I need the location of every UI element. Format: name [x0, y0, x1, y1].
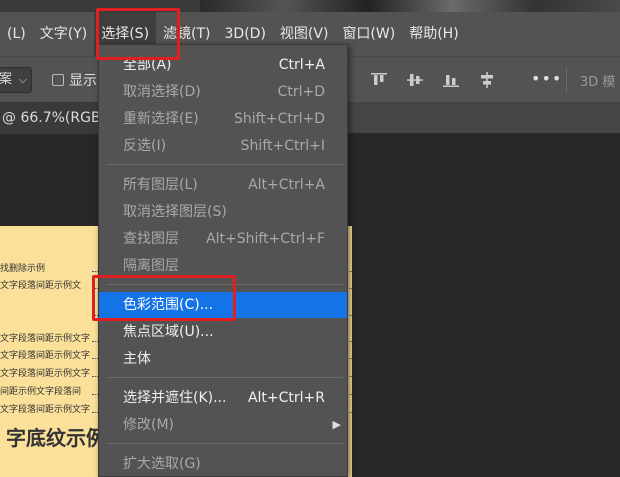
annotation-box-color-range	[92, 275, 236, 321]
align-vcenter-icon[interactable]	[406, 71, 424, 89]
menu-item-all-layers[interactable]: 所有图层(L) Alt+Ctrl+A	[99, 172, 347, 198]
menu-divider	[107, 164, 343, 165]
annotation-box-select-menu	[96, 8, 180, 60]
background-photo	[200, 0, 620, 12]
chevron-down-icon: ⌵	[18, 73, 27, 86]
menu-type[interactable]: 文字(Y)	[33, 12, 94, 56]
menu-item-select-and-mask[interactable]: 选择并遮住(K)... Alt+Ctrl+R	[99, 385, 347, 411]
layer-dropdown-value: 案	[0, 72, 13, 87]
mode-3d-label: 3D 模	[580, 75, 616, 90]
align-top-icon[interactable]	[370, 71, 388, 89]
align-bottom-icon[interactable]	[442, 71, 460, 89]
menu-item-focus-area[interactable]: 焦点区域(U)...	[99, 319, 347, 345]
menu-item-modify[interactable]: 修改(M) ▶	[99, 412, 347, 438]
select-menu-dropdown: 全部(A) Ctrl+A 取消选择(D) Ctrl+D 重新选择(E) Shift+C…	[98, 44, 348, 477]
menu-item-inverse[interactable]: 反选(I) Shift+Ctrl+I	[99, 133, 347, 159]
menu-divider	[107, 377, 343, 378]
menu-divider	[107, 443, 343, 444]
options-separator	[566, 67, 567, 93]
menu-item-grow[interactable]: 扩大选取(G)	[99, 451, 347, 477]
menu-item-find-layers[interactable]: 查找图层 Alt+Shift+Ctrl+F	[99, 226, 347, 252]
menu-item-deselect-layers[interactable]: 取消选择图层(S)	[99, 199, 347, 225]
more-options-icon[interactable]: •••	[531, 69, 562, 88]
background-photo-strip	[0, 0, 620, 12]
show-transform-checkbox[interactable]	[52, 74, 64, 86]
document-heading: 字底纹示例	[6, 426, 106, 450]
show-transform-label: 显示	[69, 73, 97, 89]
submenu-arrow-icon: ▶	[332, 418, 341, 431]
align-hcenter-icon[interactable]	[478, 71, 496, 89]
document-tab-title: @ 66.7%(RGB/	[2, 110, 106, 126]
menu-layer[interactable]: (L)	[0, 12, 33, 56]
menu-help[interactable]: 帮助(H)	[402, 12, 465, 56]
layer-dropdown[interactable]: 案 ⌵	[0, 67, 32, 93]
menu-item-deselect[interactable]: 取消选择(D) Ctrl+D	[99, 79, 347, 105]
menu-item-subject[interactable]: 主体	[99, 346, 347, 372]
menu-item-reselect[interactable]: 重新选择(E) Shift+Ctrl+D	[99, 106, 347, 132]
